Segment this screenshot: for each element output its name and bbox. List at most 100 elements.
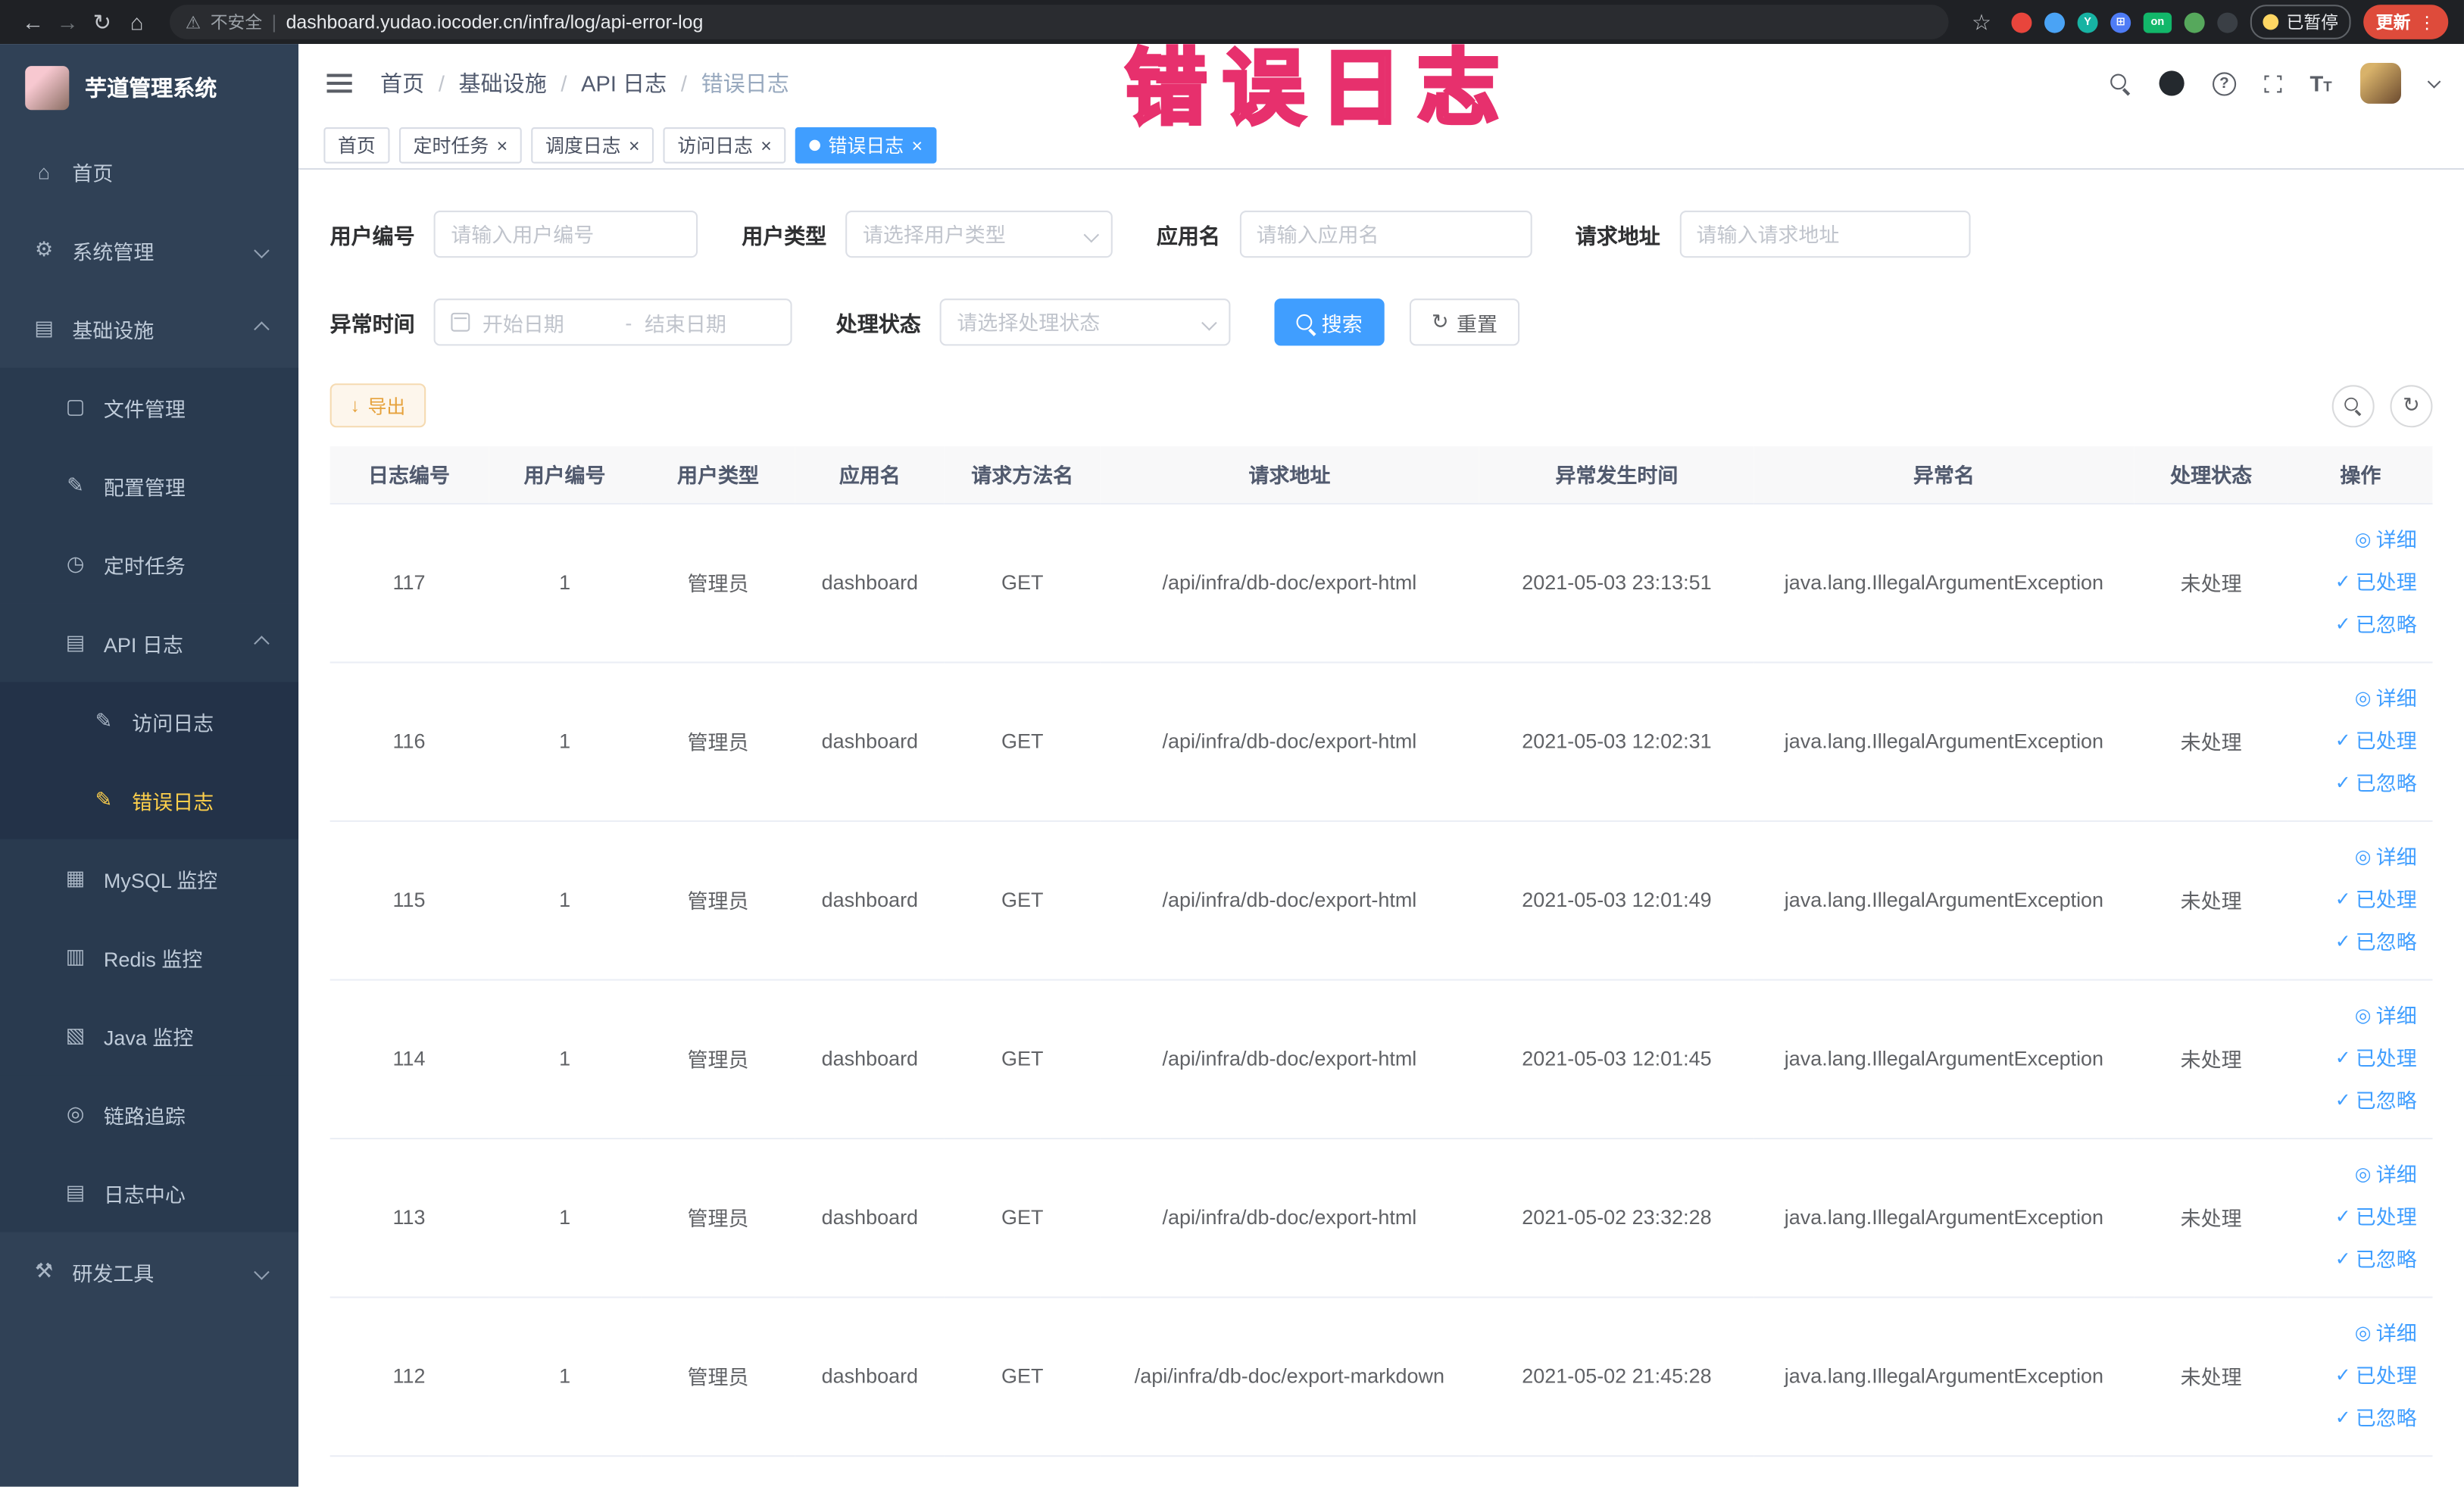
cell-time: 2021-05-03 23:13:51 [1479,502,1754,663]
hamburger-icon[interactable] [323,67,354,98]
cell-time: 2021-05-02 21:45:28 [1479,1296,1754,1457]
sidebar-item-error-log[interactable]: ✎ 错误日志 [0,761,299,839]
cell-id: 116 [329,661,489,821]
action-label: 已忽略 [2355,771,2417,795]
action-processed-link[interactable]: ✓ 已处理 [2298,720,2417,762]
toggle-search-button[interactable] [2331,384,2375,427]
font-size-icon[interactable]: TT [2310,72,2332,94]
breadcrumb-item[interactable]: 首页 [380,67,424,98]
cell-actions: ◎ 详细 ✓ 已处理 ✓ 已忽略 [2288,979,2433,1139]
breadcrumb-item: 错误日志 [701,70,789,96]
refresh-button[interactable]: ↻ [2390,384,2433,427]
user-avatar[interactable] [2360,62,2401,104]
tab-调度日志[interactable]: 调度日志 × [531,127,654,164]
action-ignored-link[interactable]: ✓ 已忽略 [2298,921,2417,964]
action-detail-link[interactable]: ◎ 详细 [2298,1312,2417,1354]
tab-首页[interactable]: 首页 [323,127,390,164]
action-detail-link[interactable]: ◎ 详细 [2298,836,2417,879]
action-label: 详细 [2375,1321,2417,1345]
check-icon: ✓ [2334,1406,2351,1429]
extension-green-on-icon[interactable]: on [2143,11,2172,33]
date-range-picker[interactable]: 开始日期 - 结束日期 [433,298,792,346]
action-detail-link[interactable]: ◎ 详细 [2298,1154,2417,1196]
close-icon[interactable]: × [760,136,772,155]
update-button[interactable]: 更新 ⋮ [2363,5,2449,39]
range-separator: - [625,310,632,334]
search-button[interactable]: 搜索 [1274,298,1385,346]
close-icon[interactable]: × [629,136,640,155]
breadcrumb-item[interactable]: 基础设施 [459,67,547,98]
github-icon[interactable] [2159,70,2184,96]
chevron-up-icon [254,320,270,336]
action-processed-link[interactable]: ✓ 已处理 [2298,879,2417,921]
reset-button[interactable]: ↻ 重置 [1409,298,1520,346]
action-processed-link[interactable]: ✓ 已处理 [2298,1196,2417,1239]
fullscreen-icon[interactable] [2263,73,2284,94]
sidebar-item-config[interactable]: ✎ 配置管理 [0,446,299,525]
sidebar-item-access-log[interactable]: ✎ 访问日志 [0,682,299,761]
sidebar-item-system[interactable]: ⚙ 系统管理 [0,211,298,289]
reload-icon[interactable]: ↻ [85,8,120,35]
home-icon[interactable]: ⌂ [120,9,155,34]
sidebar-item-job[interactable]: ◷ 定时任务 [0,524,299,604]
forward-arrow-icon[interactable]: → [50,9,85,34]
tab-label: 错误日志 [828,135,904,158]
tab-错误日志[interactable]: 错误日志 × [795,127,937,164]
close-icon[interactable]: × [912,136,923,155]
view-icon: ◎ [2354,528,2372,551]
sidebar-item-log-center[interactable]: ▤ 日志中心 [0,1153,299,1232]
action-ignored-link[interactable]: ✓ 已忽略 [2298,604,2417,646]
tab-访问日志[interactable]: 访问日志 × [663,127,786,164]
action-ignored-link[interactable]: ✓ 已忽略 [2298,762,2417,804]
action-label: 已忽略 [2355,1406,2417,1430]
sidebar-item-infra[interactable]: ▤ 基础设施 [0,289,298,368]
sidebar-item-redis[interactable]: ▥ Redis 监控 [0,917,299,997]
user-id-input[interactable] [433,210,698,258]
chevron-down-icon[interactable] [2427,74,2441,88]
security-label[interactable]: 不安全 [211,9,262,34]
sidebar-item-devtools[interactable]: ⚒ 研发工具 [0,1232,298,1310]
paused-badge[interactable]: 已暂停 [2250,5,2351,39]
cell-exception: java.lang.IllegalArgumentException [1754,979,2134,1139]
extension-red-circle-icon[interactable] [2011,11,2032,33]
extension-blue-drop-icon[interactable] [2044,11,2066,33]
app-logo[interactable]: 芋道管理系统 [0,44,298,132]
kebab-menu-icon[interactable]: ⋮ [2419,12,2436,33]
action-ignored-link[interactable]: ✓ 已忽略 [2298,1397,2417,1439]
action-detail-link[interactable]: ◎ 详细 [2298,677,2417,720]
process-status-select[interactable] [939,298,1231,346]
breadcrumb-item[interactable]: API 日志 [581,67,667,98]
action-processed-link[interactable]: ✓ 已处理 [2298,1037,2417,1079]
action-processed-link[interactable]: ✓ 已处理 [2298,561,2417,604]
sidebar-item-mysql[interactable]: ▦ MySQL 监控 [0,839,299,918]
back-arrow-icon[interactable]: ← [16,9,51,34]
export-button[interactable]: ↓ 导出 [329,383,426,428]
search-icon[interactable] [2110,73,2131,93]
action-detail-link[interactable]: ◎ 详细 [2298,519,2417,561]
action-processed-link[interactable]: ✓ 已处理 [2298,1354,2417,1397]
sidebar-item-home[interactable]: ⌂ 首页 [0,132,298,211]
user-type-select[interactable] [845,210,1113,258]
bookmark-star-icon[interactable]: ☆ [1964,8,1999,35]
filter-label: 用户编号 [329,224,415,248]
sidebar-item-trace[interactable]: ◎ 链路追踪 [0,1075,299,1154]
extension-green-leaf-icon[interactable] [2184,11,2205,33]
address-bar[interactable]: ⚠ 不安全 | dashboard.yudao.iocoder.cn/infra… [170,5,1949,39]
extension-teal-y-icon[interactable]: Y [2077,11,2098,33]
url-text[interactable]: dashboard.yudao.iocoder.cn/infra/log/api… [286,11,704,33]
close-icon[interactable]: × [497,136,508,155]
extension-blue-grid-icon[interactable]: ⊞ [2110,11,2131,33]
sidebar-item-api-log[interactable]: ▤ API 日志 [0,603,299,683]
action-detail-link[interactable]: ◎ 详细 [2298,995,2417,1037]
sidebar-item-java[interactable]: ▧ Java 监控 [0,996,299,1076]
action-ignored-link[interactable]: ✓ 已忽略 [2298,1079,2417,1122]
cell-url: /api/infra/db-doc/export-html [1099,661,1479,821]
question-icon[interactable]: ? [2212,71,2237,95]
request-url-input[interactable] [1679,210,1970,258]
sidebar-item-file[interactable]: ▢ 文件管理 [0,367,299,447]
action-ignored-link[interactable]: ✓ 已忽略 [2298,1239,2417,1281]
tab-定时任务[interactable]: 定时任务 × [398,127,522,164]
extension-dark-paw-icon[interactable] [2217,11,2238,33]
app-name-input[interactable] [1238,210,1532,258]
infra-icon: ▤ [34,315,54,340]
